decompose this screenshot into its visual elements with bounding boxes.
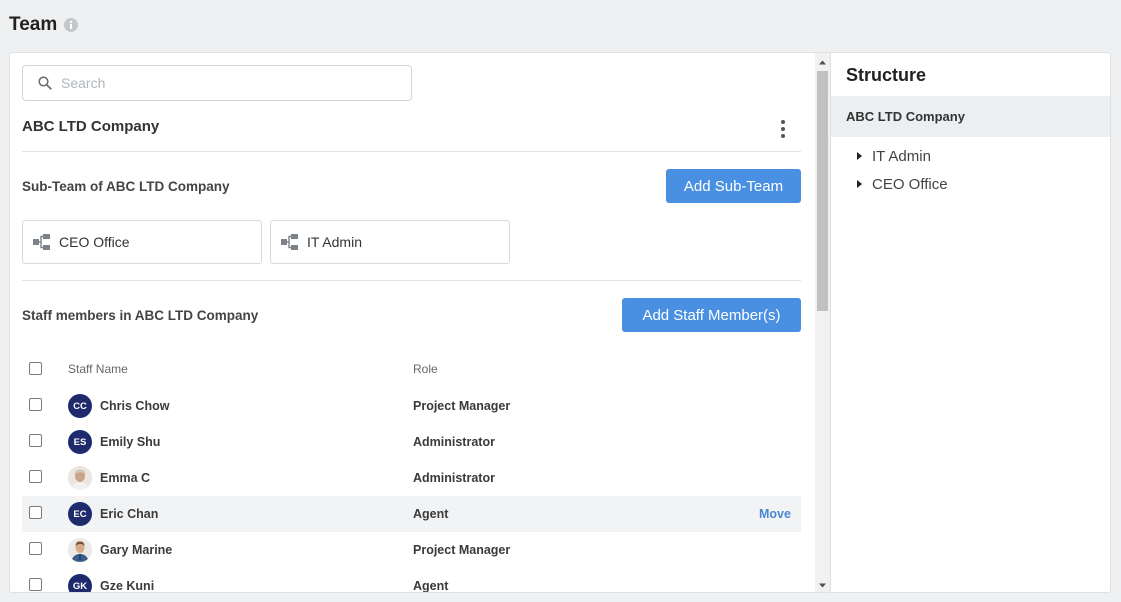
row-checkbox[interactable] (29, 470, 42, 483)
vertical-scrollbar[interactable] (815, 53, 829, 592)
avatar: ES (68, 430, 92, 454)
staff-name: Chris Chow (100, 399, 170, 413)
staff-role: Agent (413, 579, 449, 593)
table-row[interactable]: ES Emily Shu Administrator (22, 424, 801, 460)
staff-role: Agent (413, 507, 449, 521)
search-box[interactable] (22, 65, 412, 101)
scrollbar-thumb[interactable] (817, 71, 828, 311)
more-options-button[interactable] (775, 117, 791, 141)
scroll-down-arrow-icon[interactable] (818, 581, 827, 590)
row-checkbox[interactable] (29, 506, 42, 519)
structure-title: Structure (846, 65, 927, 85)
search-icon (38, 76, 52, 90)
subteam-card-ceo-office[interactable]: CEO Office (22, 220, 262, 264)
info-icon[interactable] (64, 18, 79, 32)
staff-name: Gary Marine (100, 543, 173, 557)
org-chart-icon (281, 234, 298, 250)
avatar-photo (68, 538, 92, 562)
avatar: GK (68, 574, 92, 592)
column-header-staff-name[interactable]: Staff Name (68, 362, 128, 376)
table-row[interactable]: GK Gze Kuni Agent (22, 568, 801, 593)
tree-item-label: IT Admin (872, 147, 931, 165)
person-photo-icon (68, 466, 92, 490)
staff-name: Emma C (100, 471, 151, 485)
structure-panel: Structure ABC LTD Company IT Admin CEO O… (830, 52, 1111, 593)
column-header-role[interactable]: Role (413, 362, 438, 376)
person-photo-icon (68, 538, 92, 562)
page-header: Team (9, 12, 79, 38)
row-checkbox[interactable] (29, 398, 42, 411)
caret-right-icon[interactable] (857, 180, 862, 188)
caret-right-icon[interactable] (857, 152, 862, 160)
staff-role: Project Manager (413, 399, 511, 413)
subteam-card-it-admin[interactable]: IT Admin (270, 220, 510, 264)
search-input[interactable] (61, 75, 381, 91)
staff-role: Administrator (413, 471, 495, 485)
staff-section-title: Staff members in ABC LTD Company (22, 308, 259, 323)
add-staff-members-button[interactable]: Add Staff Member(s) (622, 298, 801, 332)
row-checkbox[interactable] (29, 578, 42, 591)
staff-table-header: Staff Name Role (22, 359, 801, 379)
staff-role: Administrator (413, 435, 495, 449)
subteam-section-title: Sub-Team of ABC LTD Company (22, 179, 230, 194)
table-row[interactable]: CC Chris Chow Project Manager (22, 388, 801, 424)
scroll-up-arrow-icon[interactable] (818, 58, 827, 67)
structure-root-item[interactable]: ABC LTD Company (831, 96, 1110, 137)
subteam-card-label: IT Admin (307, 234, 362, 250)
company-title: ABC LTD Company (22, 118, 160, 135)
table-row[interactable]: Emma C Administrator (22, 460, 801, 496)
add-sub-team-button[interactable]: Add Sub-Team (666, 169, 801, 203)
staff-name: Eric Chan (100, 507, 159, 521)
staff-name: Emily Shu (100, 435, 161, 449)
divider (22, 280, 801, 281)
staff-name: Gze Kuni (100, 579, 155, 593)
tree-item-it-admin[interactable]: IT Admin (857, 146, 931, 166)
table-row[interactable]: Gary Marine Project Manager (22, 532, 801, 568)
tree-item-label: CEO Office (872, 175, 948, 193)
org-chart-icon (33, 234, 50, 250)
avatar: CC (68, 394, 92, 418)
row-checkbox[interactable] (29, 434, 42, 447)
row-checkbox[interactable] (29, 542, 42, 555)
team-panel: ABC LTD Company Sub-Team of ABC LTD Comp… (9, 52, 829, 593)
more-vertical-icon (781, 120, 785, 124)
page-title: Team (9, 14, 58, 35)
table-row[interactable]: EC Eric Chan Agent Move (22, 496, 801, 532)
avatar: EC (68, 502, 92, 526)
divider (22, 151, 801, 152)
avatar-photo (68, 466, 92, 490)
select-all-checkbox[interactable] (29, 362, 42, 375)
move-link[interactable]: Move (759, 507, 791, 521)
staff-role: Project Manager (413, 543, 511, 557)
subteam-card-label: CEO Office (59, 234, 130, 250)
tree-item-ceo-office[interactable]: CEO Office (857, 174, 948, 194)
